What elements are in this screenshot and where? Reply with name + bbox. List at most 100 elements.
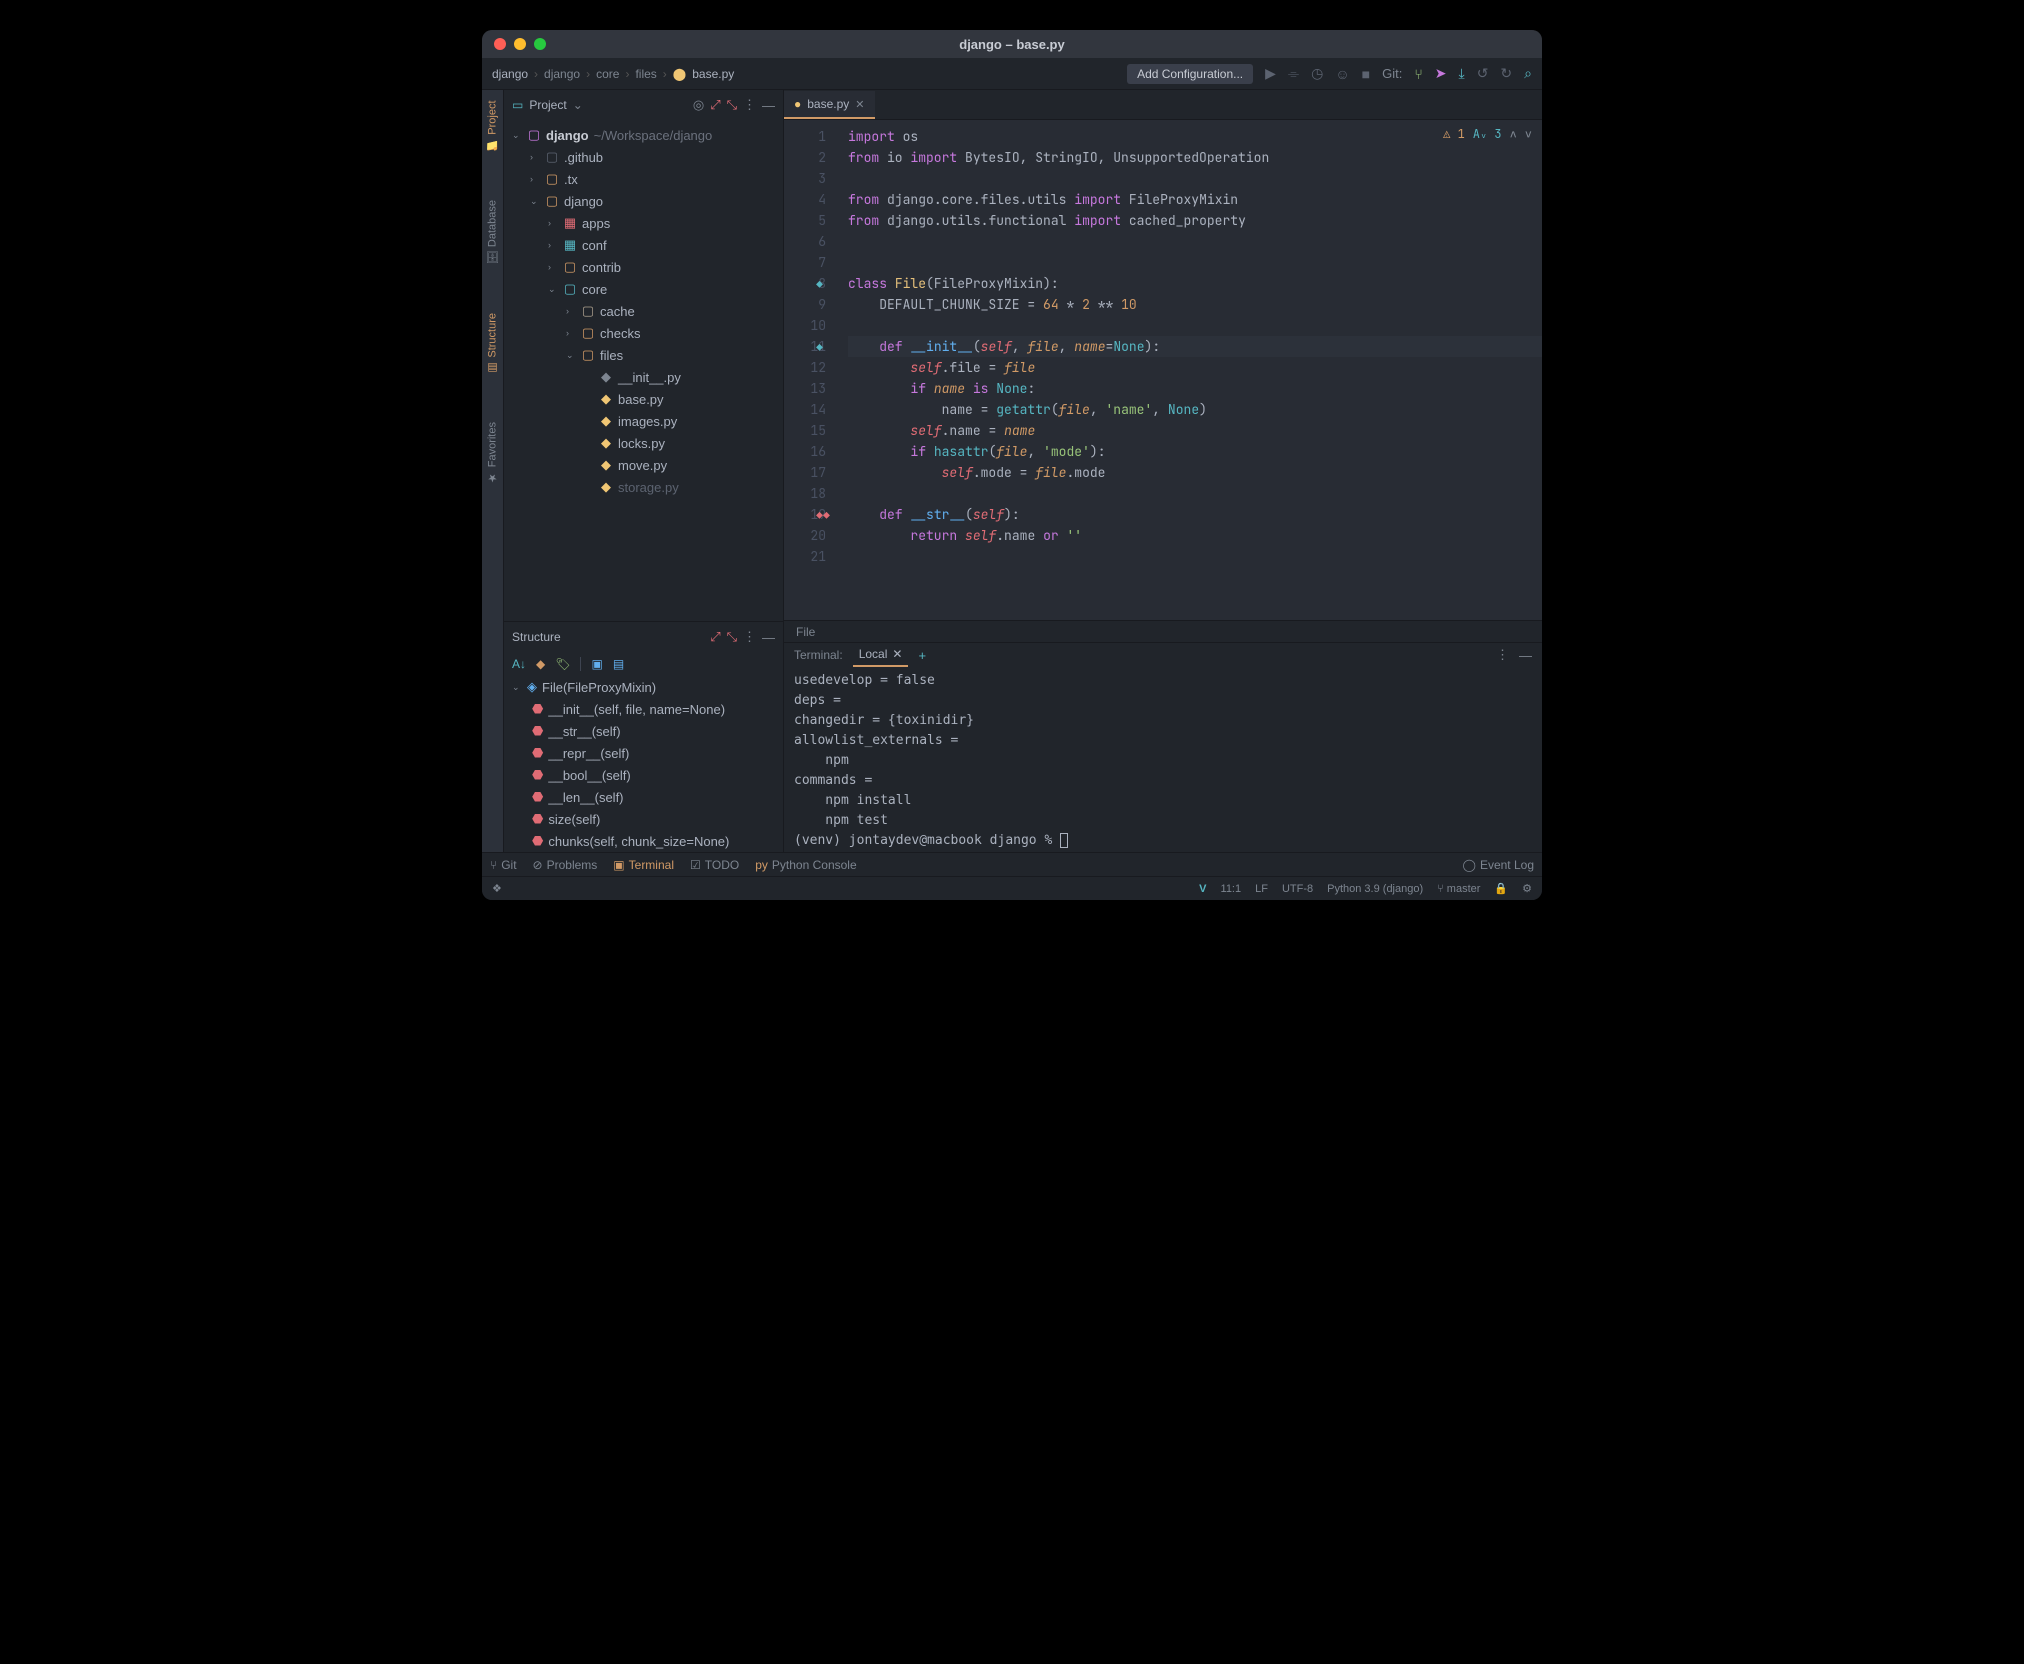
sdk[interactable]: Python 3.9 (django) (1327, 883, 1423, 895)
minimize-panel-icon[interactable]: — (762, 630, 775, 645)
tree-item[interactable]: ›▢checks (504, 322, 783, 344)
search-icon[interactable]: ⌕ (1524, 65, 1532, 82)
terminal-tab[interactable]: Local✕ (853, 643, 909, 667)
git-branch-icon[interactable]: ⑂ (1414, 66, 1422, 82)
sort-alpha-icon[interactable]: A↓ (512, 657, 526, 671)
tree-item[interactable]: ◆locks.py (504, 432, 783, 454)
tag-icon[interactable]: 🏷 (555, 657, 570, 671)
rail-structure[interactable]: ▤ Structure (486, 309, 499, 379)
tool-problems[interactable]: ⊘ Problems (533, 858, 598, 872)
stop-icon[interactable]: ■ (1362, 66, 1370, 82)
editor-tabs: ● base.py ✕ (784, 90, 1542, 120)
close-window-icon[interactable] (494, 38, 506, 50)
minimize-panel-icon[interactable]: — (762, 98, 775, 113)
caret-position[interactable]: 11:1 (1221, 883, 1242, 895)
terminal-body[interactable]: usedevelop = false deps = changedir = {t… (784, 667, 1542, 855)
tree-item[interactable]: ◆images.py (504, 410, 783, 432)
rail-database[interactable]: 🗄 Database (486, 196, 499, 269)
gutter-icons: ⬥ ⬥ ⬥⬥ (816, 126, 830, 525)
structure-item[interactable]: ⬣ __len__(self) (504, 786, 783, 808)
sidebar: ▭Project ⌄ ◎ ⤢ ⤡ ⋮ — ⌄▢ django ~/Workspa… (504, 90, 784, 852)
filter-icon[interactable]: ▣ (591, 657, 602, 671)
project-panel-header: ▭Project ⌄ ◎ ⤢ ⤡ ⋮ — (504, 90, 783, 120)
editor-tab[interactable]: ● base.py ✕ (784, 91, 875, 119)
tree-item[interactable]: ◆base.py (504, 388, 783, 410)
more-icon[interactable]: ⋮ (743, 629, 756, 645)
project-tree: ⌄▢ django ~/Workspace/django ›▢.github›▢… (504, 120, 783, 621)
event-log[interactable]: ◯ Event Log (1463, 858, 1534, 872)
structure-item[interactable]: ⌄◈ File(FileProxyMixin) (504, 676, 783, 698)
window-title: django – base.py (959, 37, 1064, 52)
git-label: Git: (1382, 66, 1402, 81)
structure-toolbar: A↓ ◆ 🏷 ▣ ▤ (504, 652, 783, 676)
zoom-window-icon[interactable] (534, 38, 546, 50)
debug-icon[interactable]: ⌯ (1288, 65, 1299, 82)
expand-icon[interactable]: ⤢ (710, 629, 720, 645)
structure-panel: Structure ⤢ ⤡ ⋮ — A↓ ◆ 🏷 ▣ ▤ ⌄◈ File(Fil… (504, 621, 783, 852)
tree-item[interactable]: ›▢.tx (504, 168, 783, 190)
rail-favorites[interactable]: ★ Favorites (486, 418, 499, 488)
settings-icon[interactable]: ⚙ (1522, 882, 1532, 895)
more-icon[interactable]: ⋮ (743, 97, 756, 113)
tree-item[interactable]: ›▢contrib (504, 256, 783, 278)
add-terminal-icon[interactable]: + (918, 648, 926, 663)
git-push-icon[interactable]: ➤ (1435, 65, 1447, 82)
statusbar: ❖ V 11:1 LF UTF-8 Python 3.9 (django) ⑂ … (482, 876, 1542, 900)
minimize-panel-icon[interactable]: — (1519, 648, 1532, 663)
close-tab-icon[interactable]: ✕ (855, 98, 864, 111)
editor[interactable]: ⚠ 1 Aᵥ 3 ∧∨ 1234567891011121314151617181… (784, 120, 1542, 620)
tree-item[interactable]: ◆__init__.py (504, 366, 783, 388)
tree-item[interactable]: ◆move.py (504, 454, 783, 476)
rail-project[interactable]: 📁 Project (486, 96, 499, 156)
git-update-icon[interactable]: ⤓ (1458, 65, 1464, 82)
tool-python-console[interactable]: py Python Console (755, 858, 856, 872)
structure-item[interactable]: ⬣ __bool__(self) (504, 764, 783, 786)
layers-icon[interactable]: ❖ (492, 882, 502, 895)
tree-item[interactable]: ◆storage.py (504, 476, 783, 498)
coverage-icon[interactable]: ◷ (1311, 65, 1323, 82)
run-icon[interactable]: ▶ (1265, 65, 1276, 82)
structure-item[interactable]: ⬣ __str__(self) (504, 720, 783, 742)
tree-item[interactable]: ⌄▢core (504, 278, 783, 300)
lock-icon[interactable]: 🔒 (1494, 882, 1508, 895)
tree-root[interactable]: ⌄▢ django ~/Workspace/django (504, 124, 783, 146)
structure-item[interactable]: ⬣ size(self) (504, 808, 783, 830)
profile-icon[interactable]: ☺ (1335, 66, 1349, 82)
structure-item[interactable]: ⬣ __init__(self, file, name=None) (504, 698, 783, 720)
breadcrumb[interactable]: django› django› core› files› ⬤base.py (492, 67, 734, 81)
tool-git[interactable]: ⑂ Git (490, 858, 517, 872)
structure-item[interactable]: ⬣ chunks(self, chunk_size=None) (504, 830, 783, 852)
tree-item[interactable]: ›▢.github (504, 146, 783, 168)
target-icon[interactable]: ◎ (693, 97, 704, 113)
rollback-icon[interactable]: ↻ (1500, 65, 1512, 82)
v-icon[interactable]: V (1199, 883, 1206, 895)
editor-crumb[interactable]: File (784, 620, 1542, 642)
history-icon[interactable]: ↺ (1477, 65, 1489, 82)
diamond-icon[interactable]: ◆ (536, 657, 545, 671)
collapse-icon[interactable]: ⤡ (727, 629, 737, 645)
tree-item[interactable]: ›▦apps (504, 212, 783, 234)
tree-item[interactable]: ⌄▢files (504, 344, 783, 366)
tree-item[interactable]: ⌄▢django (504, 190, 783, 212)
minimize-window-icon[interactable] (514, 38, 526, 50)
code[interactable]: import os from io import BytesIO, String… (844, 120, 1542, 620)
structure-item[interactable]: ⬣ __repr__(self) (504, 742, 783, 764)
collapse-icon[interactable]: ⤡ (727, 97, 737, 113)
left-tool-rail: 📁 Project 🗄 Database ▤ Structure ★ Favor… (482, 90, 504, 852)
tree-item[interactable]: ›▢cache (504, 300, 783, 322)
filter2-icon[interactable]: ▤ (613, 657, 624, 671)
branch[interactable]: ⑂ master (1437, 883, 1480, 895)
tree-item[interactable]: ›▦conf (504, 234, 783, 256)
tool-terminal[interactable]: ▣ Terminal (613, 858, 674, 872)
inspections[interactable]: ⚠ 1 Aᵥ 3 ∧∨ (1443, 126, 1532, 142)
more-icon[interactable]: ⋮ (1496, 647, 1509, 663)
close-icon[interactable]: ✕ (892, 647, 902, 661)
tool-todo[interactable]: ☑ TODO (690, 858, 739, 872)
line-ending[interactable]: LF (1255, 883, 1268, 895)
python-icon: ● (794, 97, 801, 111)
add-configuration-button[interactable]: Add Configuration... (1127, 64, 1253, 84)
expand-icon[interactable]: ⤢ (710, 97, 720, 113)
traffic-lights (494, 38, 546, 50)
encoding[interactable]: UTF-8 (1282, 883, 1313, 895)
navbar: django› django› core› files› ⬤base.py Ad… (482, 58, 1542, 90)
